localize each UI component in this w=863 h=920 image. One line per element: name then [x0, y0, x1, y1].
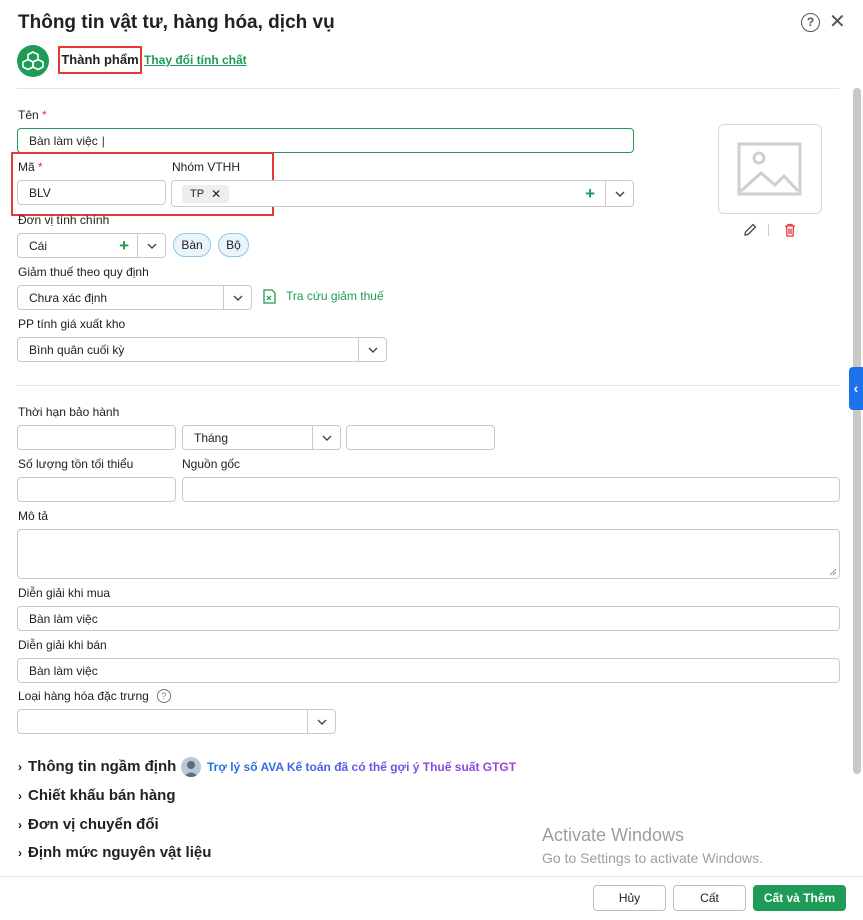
section-material-norms[interactable]: › Định mức nguyên vật liệu: [18, 844, 211, 861]
origin-input[interactable]: [182, 477, 840, 502]
code-label: Mã *: [18, 160, 43, 174]
chevron-down-icon: [322, 435, 331, 441]
tax-reduction-label: Giảm thuế theo quy định: [18, 265, 149, 279]
save-and-add-button[interactable]: Cất và Thêm: [753, 885, 846, 911]
special-goods-dropdown-button[interactable]: [307, 710, 335, 733]
section-divider: [17, 385, 839, 386]
section-sales-discount[interactable]: › Chiết khấu bán hàng: [18, 787, 176, 804]
sale-desc-label: Diễn giải khi bán: [18, 638, 107, 652]
activation-watermark-title: Activate Windows: [542, 825, 685, 845]
name-label: Tên *: [18, 108, 47, 122]
add-unit-icon[interactable]: +: [119, 237, 129, 254]
code-input[interactable]: BLV: [17, 180, 166, 205]
ava-assistant-avatar: [181, 757, 201, 777]
group-dropdown-button[interactable]: [605, 181, 633, 206]
tax-lookup-link[interactable]: Tra cứu giảm thuế: [286, 289, 384, 303]
chevron-right-icon: ›: [18, 759, 22, 774]
description-label: Mô tả: [18, 509, 49, 523]
purchase-desc-label: Diễn giải khi mua: [18, 586, 111, 600]
description-textarea[interactable]: [17, 529, 840, 579]
delete-image-icon[interactable]: [782, 222, 798, 243]
unit-chip-bo[interactable]: Bộ: [218, 233, 249, 257]
warranty-unit-dropdown-button[interactable]: [312, 426, 340, 449]
chevron-down-icon: [368, 347, 377, 353]
chevron-down-icon: [615, 191, 624, 197]
product-type-icon: [17, 45, 49, 77]
product-type-label: Thành phẩm: [58, 46, 142, 74]
header-divider: [17, 88, 839, 89]
dialog-footer: Hủy Cất Cất và Thêm: [0, 876, 863, 920]
unit-chip-ban[interactable]: Bàn: [173, 233, 211, 257]
chevron-down-icon: [317, 719, 326, 725]
chevron-down-icon: [233, 295, 242, 301]
section-default-info[interactable]: › Thông tin ngầm định: [18, 758, 176, 775]
section-unit-conversion[interactable]: › Đơn vị chuyển đổi: [18, 816, 159, 833]
remove-tag-icon[interactable]: ✕: [211, 187, 221, 201]
special-goods-label: Loại hàng hóa đặc trưng ?: [18, 689, 171, 703]
tax-reduction-select[interactable]: Chưa xác định: [17, 285, 252, 310]
resize-handle-icon[interactable]: [829, 568, 837, 576]
vertical-scrollbar[interactable]: [853, 88, 861, 774]
warranty-value-input[interactable]: [17, 425, 176, 450]
group-tag: TP ✕: [182, 184, 230, 203]
info-icon[interactable]: ?: [156, 689, 171, 703]
warranty-unit-select[interactable]: Tháng: [182, 425, 341, 450]
special-goods-select[interactable]: [17, 709, 336, 734]
unit-dropdown-button[interactable]: [137, 234, 165, 257]
ava-hint-text[interactable]: Trợ lý số AVA Kế toán đã có thể gợi ý Th…: [207, 760, 516, 774]
change-type-link[interactable]: Thay đổi tính chất: [144, 53, 247, 67]
image-action-divider: [768, 224, 769, 236]
purchase-desc-input[interactable]: Bàn làm việc: [17, 606, 840, 631]
close-icon[interactable]: ✕: [829, 10, 846, 34]
dialog-title: Thông tin vật tư, hàng hóa, dịch vụ: [18, 12, 335, 33]
warranty-note-input[interactable]: [346, 425, 495, 450]
unit-select[interactable]: Cái +: [17, 233, 166, 258]
warranty-label: Thời hạn bảo hành: [18, 405, 120, 419]
min-stock-input[interactable]: [17, 477, 176, 502]
valuation-method-dropdown-button[interactable]: [358, 338, 386, 361]
min-stock-label: Số lượng tồn tối thiểu: [18, 457, 134, 471]
edit-image-icon[interactable]: [742, 222, 758, 243]
group-select[interactable]: TP ✕ +: [171, 180, 634, 207]
sale-desc-input[interactable]: Bàn làm việc: [17, 658, 840, 683]
help-icon[interactable]: ?: [801, 13, 820, 32]
save-button[interactable]: Cất: [673, 885, 746, 911]
image-upload-box[interactable]: [718, 124, 822, 214]
valuation-method-select[interactable]: Bình quân cuối kỳ: [17, 337, 387, 362]
chevron-right-icon: ›: [18, 817, 22, 832]
spreadsheet-icon: [263, 289, 276, 309]
unit-label: Đơn vị tính chính: [18, 213, 110, 227]
chevron-right-icon: ›: [18, 788, 22, 803]
add-group-icon[interactable]: +: [585, 185, 595, 202]
cancel-button[interactable]: Hủy: [593, 885, 666, 911]
valuation-method-label: PP tính giá xuất kho: [18, 317, 126, 331]
tax-reduction-dropdown-button[interactable]: [223, 286, 251, 309]
group-label: Nhóm VTHH: [172, 160, 241, 174]
chevron-down-icon: [147, 243, 156, 249]
name-input[interactable]: Bàn làm việc |: [17, 128, 634, 153]
side-panel-toggle[interactable]: ‹: [849, 367, 863, 410]
activation-watermark-subtitle: Go to Settings to activate Windows.: [542, 850, 763, 866]
origin-label: Nguồn gốc: [182, 457, 241, 471]
chevron-right-icon: ›: [18, 845, 22, 860]
